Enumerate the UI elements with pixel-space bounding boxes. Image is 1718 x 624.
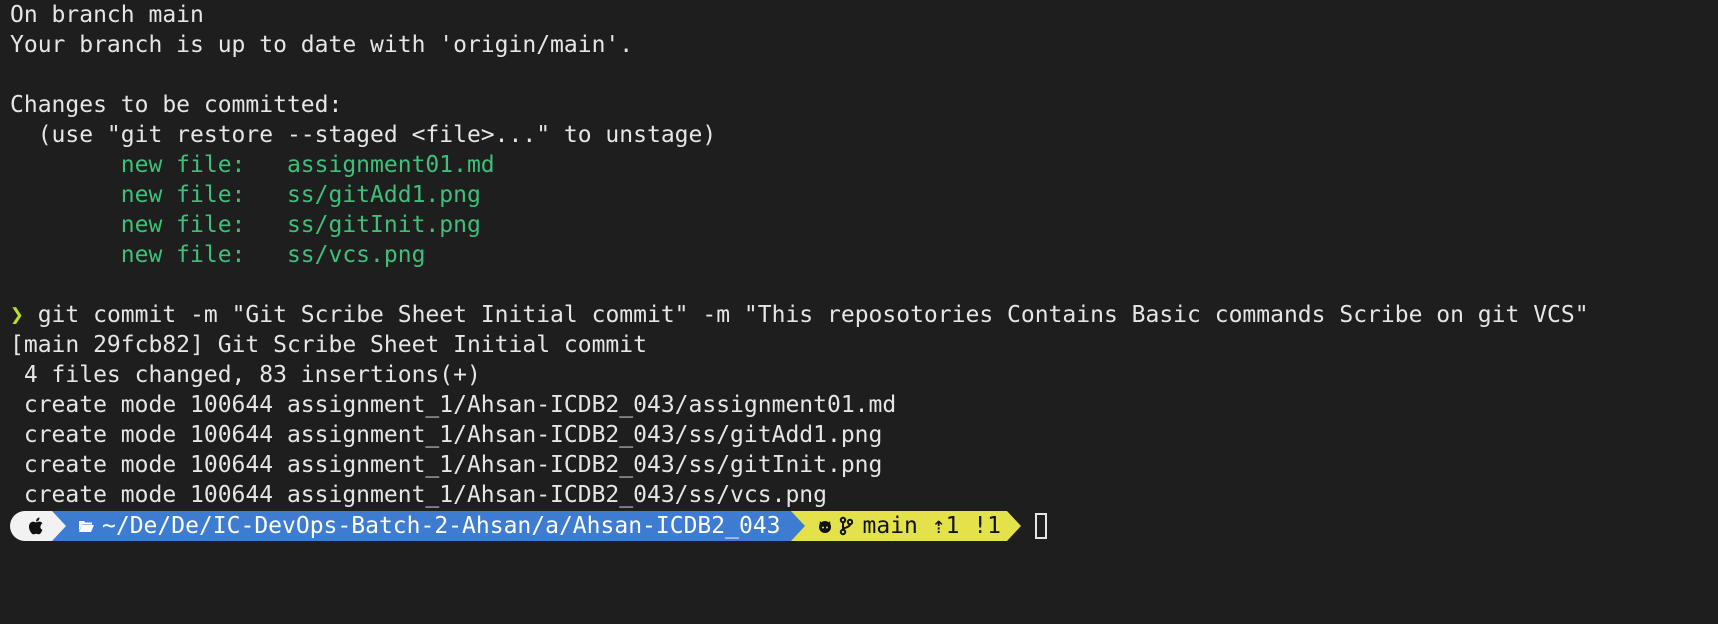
commit-output-line: [main 29fcb82] Git Scribe Sheet Initial … (10, 332, 647, 358)
github-icon (817, 518, 833, 534)
status-line: Your branch is up to date with 'origin/m… (10, 32, 634, 58)
staged-file-line: new file: ss/vcs.png (10, 242, 426, 268)
powerline-prompt: ~/De/De/IC-DevOps-Batch-2-Ahsan/a/Ahsan-… (10, 511, 1718, 541)
staged-file-line: new file: ss/gitInit.png (10, 212, 481, 238)
staged-file-line: new file: assignment01.md (10, 152, 495, 178)
powerline-separator (790, 511, 805, 541)
commit-output-line: create mode 100644 assignment_1/Ahsan-IC… (10, 392, 897, 418)
commit-output-line: create mode 100644 assignment_1/Ahsan-IC… (10, 482, 827, 508)
powerline-separator (52, 511, 66, 541)
changes-hint: (use "git restore --staged <file>..." to… (10, 122, 717, 148)
os-segment (10, 511, 52, 541)
git-branch-name: main (862, 513, 918, 539)
terminal-window[interactable]: On branch main Your branch is up to date… (10, 0, 1718, 624)
apple-icon (28, 516, 46, 536)
status-line: On branch main (10, 2, 204, 28)
staged-file-line: new file: ss/gitAdd1.png (10, 182, 481, 208)
directory-segment: ~/De/De/IC-DevOps-Batch-2-Ahsan/a/Ahsan-… (66, 511, 791, 541)
command-line: ❯ git commit -m "Git Scribe Sheet Initia… (10, 300, 1718, 330)
current-path: ~/De/De/IC-DevOps-Batch-2-Ahsan/a/Ahsan-… (102, 513, 781, 539)
commit-output-line: create mode 100644 assignment_1/Ahsan-IC… (10, 452, 883, 478)
command-text: git commit -m "Git Scribe Sheet Initial … (23, 302, 1589, 328)
powerline-separator (1007, 511, 1021, 541)
text-cursor[interactable] (1035, 513, 1047, 539)
git-status-indicators: ⇡1 !1 (917, 513, 1001, 539)
git-segment: main ⇡1 !1 (804, 511, 1007, 541)
commit-output-line: create mode 100644 assignment_1/Ahsan-IC… (10, 422, 883, 448)
prompt-arrow-icon: ❯ (10, 302, 24, 328)
git-branch-icon (839, 516, 853, 536)
commit-output-line: 4 files changed, 83 insertions(+) (10, 362, 481, 388)
changes-header: Changes to be committed: (10, 92, 343, 118)
folder-open-icon (78, 519, 94, 533)
